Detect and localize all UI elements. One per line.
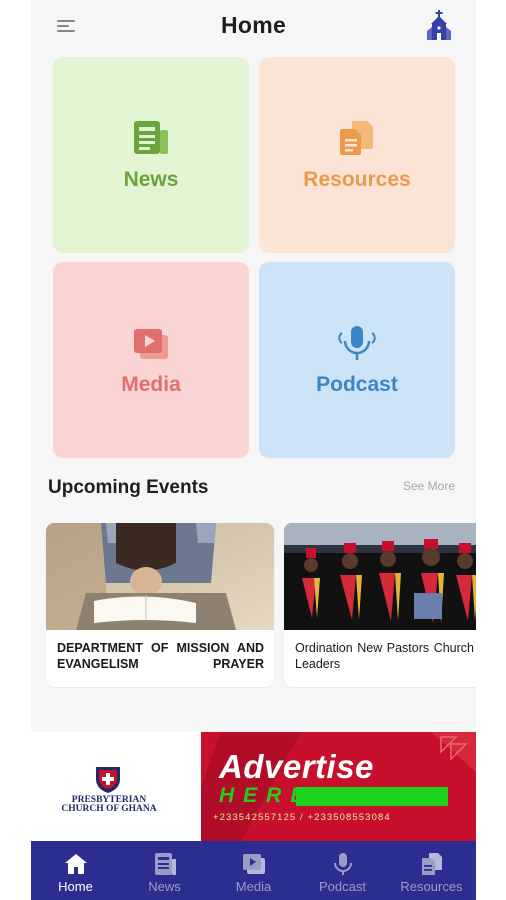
app-header: Home — [31, 0, 476, 56]
organization-name: PRESBYTERIAN CHURCH OF GHANA — [61, 795, 157, 814]
event-title: Ordination New Pastors Church Leaders — [295, 641, 474, 671]
documents-icon — [421, 853, 442, 875]
nav-label: Resources — [400, 879, 463, 894]
page-title: Home — [220, 12, 287, 38]
advert-subtitle: HERE — [219, 784, 314, 807]
church-icon[interactable] — [427, 10, 451, 42]
nav-label: Home — [58, 879, 93, 894]
news-icon — [134, 121, 168, 154]
event-card[interactable]: DEPARTMENT OF MISSION AND EVANGELISM PRA… — [46, 523, 274, 687]
event-title: DEPARTMENT OF MISSION AND EVANGELISM PRA… — [57, 641, 264, 671]
nav-item-resources[interactable]: Resources — [387, 841, 476, 900]
nav-item-home[interactable]: Home — [31, 841, 120, 900]
nav-item-news[interactable]: News — [120, 841, 209, 900]
news-tile-label: News — [123, 168, 179, 191]
nav-item-podcast[interactable]: Podcast — [298, 841, 387, 900]
video-library-icon — [134, 329, 168, 359]
advert-title: Advertise — [219, 748, 374, 785]
church-crest-icon — [96, 767, 120, 793]
news-icon — [154, 853, 176, 875]
nav-label: Podcast — [319, 879, 366, 894]
nav-label: Media — [235, 879, 272, 894]
advert-banner[interactable]: PRESBYTERIAN CHURCH OF GHANA Advertise H… — [31, 732, 476, 841]
resources-tile[interactable]: Resources — [259, 57, 455, 253]
nav-item-media[interactable]: Media — [209, 841, 298, 900]
podcast-tile[interactable]: Podcast — [259, 262, 455, 458]
event-image-prayer — [46, 523, 274, 630]
event-card[interactable]: Ordination New Pastors Church Leaders — [284, 523, 476, 687]
app-screen: Home News Resources Media Podcast Upcomi… — [31, 0, 476, 900]
podcast-tile-label: Podcast — [316, 373, 398, 396]
resources-tile-label: Resources — [303, 168, 411, 191]
nav-label: News — [148, 879, 181, 894]
upcoming-events-heading: Upcoming Events — [48, 477, 209, 498]
microphone-icon — [333, 853, 352, 875]
video-library-icon — [242, 854, 265, 874]
documents-icon — [340, 121, 373, 155]
advert-logo-panel: PRESBYTERIAN CHURCH OF GHANA — [31, 732, 201, 841]
news-tile[interactable]: News — [53, 57, 249, 253]
event-image-ordination — [284, 523, 476, 630]
advert-phone-numbers: +233542557125 / +233508553084 — [213, 812, 391, 823]
microphone-icon — [338, 326, 376, 360]
bottom-navigation: Home News Media Podcast Resources — [31, 841, 476, 900]
media-tile[interactable]: Media — [53, 262, 249, 458]
home-icon — [64, 854, 87, 874]
media-tile-label: Media — [121, 373, 181, 396]
see-more-link[interactable]: See More — [403, 479, 455, 493]
